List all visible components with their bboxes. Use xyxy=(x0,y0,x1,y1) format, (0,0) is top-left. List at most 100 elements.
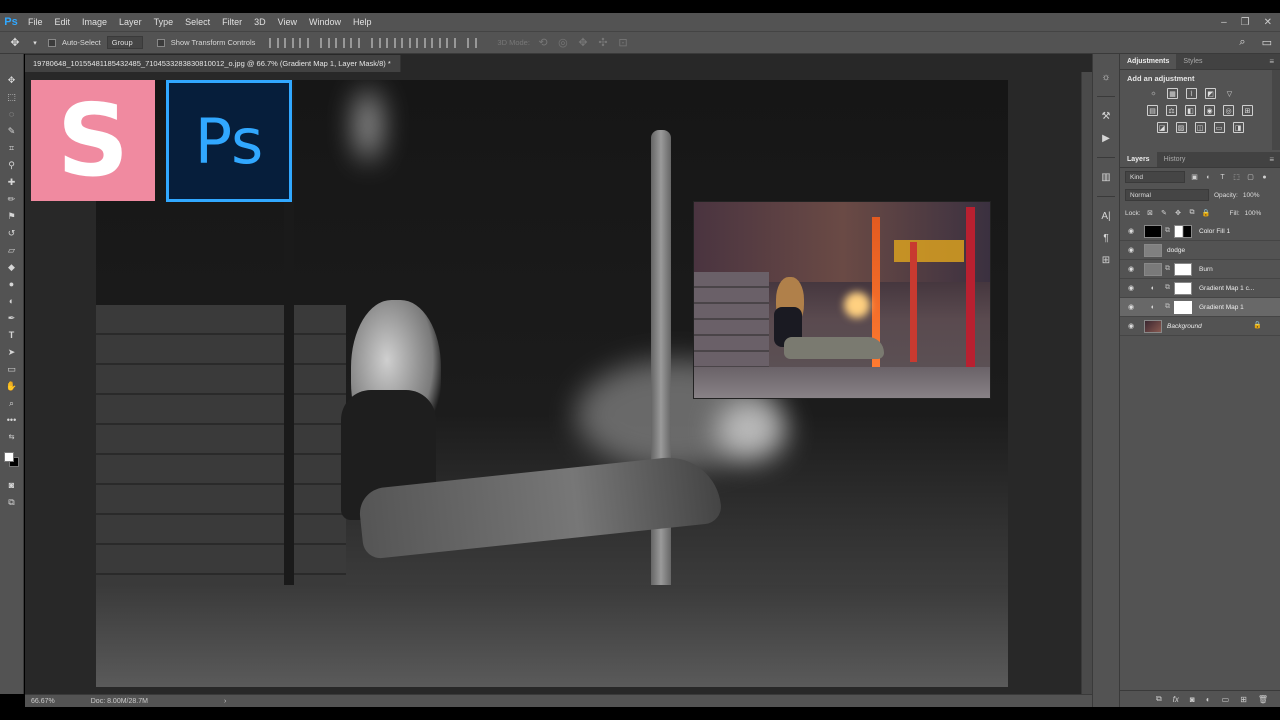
menu-type[interactable]: Type xyxy=(148,13,180,31)
lock-artboard-icon[interactable]: ⧉ xyxy=(1188,209,1197,218)
character-icon[interactable]: A| xyxy=(1099,209,1113,223)
panel-menu-icon[interactable]: ≡ xyxy=(1269,57,1274,66)
menu-3d[interactable]: 3D xyxy=(248,13,272,31)
filter-smart-icon[interactable]: ▢ xyxy=(1246,173,1255,182)
eye-icon[interactable]: ◉ xyxy=(1126,283,1136,293)
vibrance-icon[interactable]: ▽ xyxy=(1224,88,1235,99)
eyedropper-tool-icon[interactable]: ⚲ xyxy=(5,159,19,171)
lock-image-icon[interactable]: ✎ xyxy=(1160,209,1169,218)
layer-row[interactable]: ◉ Background 🔒 xyxy=(1120,317,1280,336)
move-tool-icon[interactable]: ✥ xyxy=(5,74,19,86)
hue-saturation-icon[interactable]: ▤ xyxy=(1147,105,1158,116)
invert-icon[interactable]: ◪ xyxy=(1156,122,1168,133)
fx-icon[interactable]: fx xyxy=(1173,695,1179,704)
eye-icon[interactable]: ◉ xyxy=(1126,226,1136,236)
add-mask-icon[interactable]: ◙ xyxy=(1190,695,1195,704)
fill-value[interactable]: 100% xyxy=(1245,210,1262,217)
sun-icon[interactable]: ☼ xyxy=(1099,70,1113,84)
document-tab[interactable]: 19780648_10155481185432485_7104533283830… xyxy=(25,55,401,85)
levels-icon[interactable]: ▦ xyxy=(1167,88,1178,99)
lock-position-icon[interactable]: ✥ xyxy=(1174,209,1183,218)
hand-tool-icon[interactable]: ✋ xyxy=(5,380,19,392)
eye-icon[interactable]: ◉ xyxy=(1126,321,1136,331)
menu-help[interactable]: Help xyxy=(347,13,378,31)
quick-select-tool-icon[interactable]: ✎ xyxy=(5,125,19,137)
tool-presets-icon[interactable]: ⚒ xyxy=(1099,109,1113,123)
color-balance-icon[interactable]: ⚖ xyxy=(1166,105,1177,116)
crop-tool-icon[interactable]: ⌗ xyxy=(5,142,19,154)
color-lookup-icon[interactable]: ⊞ xyxy=(1242,105,1253,116)
layer-name[interactable]: Burn xyxy=(1199,266,1213,273)
lasso-tool-icon[interactable]: ◌ xyxy=(5,108,19,120)
distribute-right-icon[interactable] xyxy=(446,37,457,48)
menu-view[interactable]: View xyxy=(272,13,303,31)
align-vcenter-icon[interactable] xyxy=(284,37,295,48)
align-hcenter-icon[interactable] xyxy=(335,37,346,48)
3d-slide-icon[interactable]: ✣ xyxy=(596,36,610,50)
vertical-scrollbar[interactable] xyxy=(1081,72,1092,694)
exposure-icon[interactable]: ◩ xyxy=(1205,88,1216,99)
posterize-icon[interactable]: ▨ xyxy=(1175,122,1187,133)
opacity-value[interactable]: 100% xyxy=(1243,192,1260,199)
new-adjustment-icon[interactable]: ◐ xyxy=(1206,695,1211,704)
layer-row[interactable]: ◉ dodge xyxy=(1120,241,1280,260)
eye-icon[interactable]: ◉ xyxy=(1126,264,1136,274)
search-icon[interactable]: ⌕ xyxy=(1239,36,1245,49)
move-tool-icon[interactable]: ✥ xyxy=(8,36,22,50)
menu-image[interactable]: Image xyxy=(76,13,113,31)
color-swatches[interactable] xyxy=(3,452,20,468)
distribute-top-icon[interactable] xyxy=(371,37,382,48)
align-right-icon[interactable] xyxy=(350,37,361,48)
paint-bucket-tool-icon[interactable]: ◆ xyxy=(5,261,19,273)
zoom-level[interactable]: 66.67% xyxy=(31,698,55,705)
type-tool-icon[interactable]: T xyxy=(5,329,19,341)
align-left-icon[interactable] xyxy=(320,37,331,48)
brush-presets-icon[interactable]: ⊞ xyxy=(1099,253,1113,267)
eraser-tool-icon[interactable]: ▱ xyxy=(5,244,19,256)
rectangle-tool-icon[interactable]: ▭ xyxy=(5,363,19,375)
chevron-down-icon[interactable]: ▾ xyxy=(28,36,42,50)
show-transform-checkbox[interactable] xyxy=(156,38,165,47)
channel-mixer-icon[interactable]: ◎ xyxy=(1223,105,1234,116)
eye-icon[interactable]: ◉ xyxy=(1126,302,1136,312)
filter-shape-icon[interactable]: ⬚ xyxy=(1232,173,1241,182)
history-brush-tool-icon[interactable]: ↺ xyxy=(5,227,19,239)
brightness-contrast-icon[interactable]: ☼ xyxy=(1148,88,1159,99)
actions-play-icon[interactable]: ▶ xyxy=(1099,131,1113,145)
tab-layers[interactable]: Layers xyxy=(1120,152,1157,167)
histogram-icon[interactable]: ▥ xyxy=(1099,170,1113,184)
lock-transparent-icon[interactable]: ⊠ xyxy=(1146,209,1155,218)
3d-roll-icon[interactable]: ◎ xyxy=(556,36,570,50)
new-group-icon[interactable]: ▭ xyxy=(1222,695,1230,704)
layer-mask-thumbnail[interactable] xyxy=(1174,300,1192,314)
auto-select-checkbox[interactable] xyxy=(48,38,56,47)
paragraph-icon[interactable]: ¶ xyxy=(1099,231,1113,245)
3d-drag-icon[interactable]: ✥ xyxy=(576,36,590,50)
3d-scale-icon[interactable]: ⊡ xyxy=(616,36,630,50)
filter-type-icon[interactable]: T xyxy=(1218,173,1227,182)
layer-name[interactable]: Background xyxy=(1167,323,1202,330)
workspace-icon[interactable]: ▭ xyxy=(1262,36,1272,49)
layer-kind-filter[interactable]: Kind xyxy=(1125,171,1185,183)
screen-mode-icon[interactable]: ⧉ xyxy=(5,496,19,508)
minimize-button[interactable]: – xyxy=(1221,17,1227,28)
layer-mask-thumbnail[interactable] xyxy=(1174,281,1192,295)
filter-toggle-icon[interactable]: ● xyxy=(1260,173,1269,182)
tab-styles[interactable]: Styles xyxy=(1176,54,1209,69)
layer-mask-thumbnail[interactable] xyxy=(1174,262,1192,276)
layer-name[interactable]: Color Fill 1 xyxy=(1199,228,1230,235)
align-bottom-icon[interactable] xyxy=(299,37,310,48)
trash-icon[interactable]: 🗑 xyxy=(1258,695,1268,704)
zoom-tool-icon[interactable]: ⌕ xyxy=(5,397,19,409)
menu-filter[interactable]: Filter xyxy=(216,13,248,31)
layer-name[interactable]: Gradient Map 1 xyxy=(1199,304,1244,311)
auto-align-icon[interactable] xyxy=(467,37,478,48)
black-white-icon[interactable]: ◧ xyxy=(1185,105,1196,116)
foreground-color-swatch[interactable] xyxy=(3,452,14,462)
link-layers-icon[interactable]: ⧉ xyxy=(1156,694,1162,704)
path-select-tool-icon[interactable]: ➤ xyxy=(5,346,19,358)
distribute-bottom-icon[interactable] xyxy=(401,37,412,48)
pen-tool-icon[interactable]: ✒ xyxy=(5,312,19,324)
tab-adjustments[interactable]: Adjustments xyxy=(1120,54,1177,69)
menu-layer[interactable]: Layer xyxy=(113,13,148,31)
